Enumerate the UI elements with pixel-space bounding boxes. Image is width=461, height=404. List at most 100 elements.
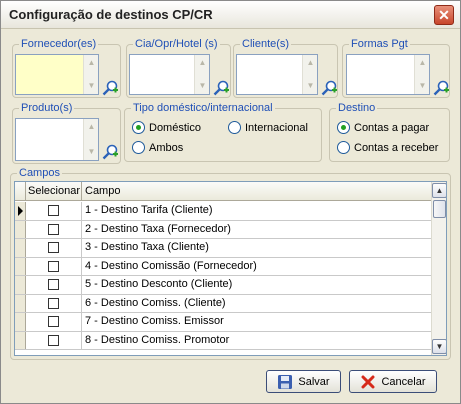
radio-contas-pagar-label: Contas a pagar bbox=[354, 121, 430, 134]
row-checkbox[interactable] bbox=[48, 334, 59, 346]
scroll-up-icon[interactable]: ▲ bbox=[85, 56, 98, 70]
campos-grid[interactable]: Selecionar Campo 1 - Destino Tarifa (Cli… bbox=[14, 181, 447, 356]
window-title: Configuração de destinos CP/CR bbox=[9, 7, 213, 22]
group-fornecedor-label: Fornecedor(es) bbox=[21, 38, 97, 50]
save-button[interactable]: Salvar bbox=[266, 370, 341, 393]
row-select-cell[interactable] bbox=[26, 202, 82, 220]
formas-scrollbar[interactable]: ▲ ▼ bbox=[414, 55, 429, 94]
radio-internacional-label: Internacional bbox=[245, 121, 308, 134]
lookup-icon[interactable] bbox=[101, 79, 119, 97]
produto-list[interactable]: ▲ ▼ bbox=[15, 118, 99, 161]
close-button[interactable]: ✕ bbox=[434, 5, 454, 25]
scroll-down-icon[interactable]: ▼ bbox=[196, 79, 209, 93]
row-campo: 8 - Destino Comiss. Promotor bbox=[85, 333, 230, 346]
row-campo: 3 - Destino Taxa (Cliente) bbox=[85, 241, 209, 253]
row-checkbox[interactable] bbox=[48, 205, 59, 216]
scroll-up-icon[interactable]: ▲ bbox=[432, 183, 446, 198]
save-button-label: Salvar bbox=[298, 375, 330, 388]
radio-contas-receber-label: Contas a receber bbox=[354, 141, 439, 154]
cia-scrollbar[interactable]: ▲ ▼ bbox=[194, 55, 209, 94]
cancel-button[interactable]: Cancelar bbox=[349, 370, 437, 393]
row-indicator bbox=[15, 257, 26, 275]
row-indicator bbox=[15, 313, 26, 331]
save-icon bbox=[278, 374, 293, 389]
scroll-down-icon[interactable]: ▼ bbox=[416, 79, 429, 93]
table-row[interactable]: 3 - Destino Taxa (Cliente) bbox=[15, 239, 432, 258]
group-cliente-label: Cliente(s) bbox=[242, 38, 290, 50]
row-campo: 5 - Destino Desconto (Cliente) bbox=[85, 278, 233, 290]
row-checkbox[interactable] bbox=[48, 223, 59, 235]
lookup-icon[interactable] bbox=[432, 79, 450, 97]
radio-contas-receber-circle[interactable] bbox=[337, 141, 350, 154]
row-select-cell[interactable] bbox=[26, 257, 82, 275]
table-row[interactable]: 6 - Destino Comiss. (Cliente) bbox=[15, 294, 432, 313]
scroll-up-icon[interactable]: ▲ bbox=[416, 56, 429, 70]
formas-list[interactable]: ▲ ▼ bbox=[346, 54, 430, 95]
row-checkbox[interactable] bbox=[48, 260, 59, 272]
row-campo: 7 - Destino Comiss. Emissor bbox=[85, 315, 224, 327]
group-campos-label: Campos bbox=[19, 167, 60, 179]
radio-ambos-circle[interactable] bbox=[132, 141, 145, 154]
grid-header-selecionar[interactable]: Selecionar bbox=[26, 182, 82, 200]
row-select-cell[interactable] bbox=[26, 313, 82, 331]
grid-header-indicator bbox=[15, 182, 26, 200]
table-row[interactable]: 5 - Destino Desconto (Cliente) bbox=[15, 276, 432, 295]
grid-scrollbar[interactable]: ▲ ▼ bbox=[431, 182, 446, 355]
row-checkbox[interactable] bbox=[48, 242, 59, 253]
title-bar: Configuração de destinos CP/CR ✕ bbox=[1, 1, 460, 29]
table-row[interactable]: 7 - Destino Comiss. Emissor bbox=[15, 313, 432, 332]
grid-header-campo[interactable]: Campo bbox=[82, 182, 432, 200]
radio-internacional-circle[interactable] bbox=[228, 121, 241, 134]
radio-ambos[interactable]: Ambos bbox=[132, 141, 183, 154]
row-select-cell[interactable] bbox=[26, 276, 82, 294]
radio-contas-receber[interactable]: Contas a receber bbox=[337, 141, 438, 154]
group-formas-label: Formas Pgt bbox=[351, 38, 408, 50]
scroll-down-icon[interactable]: ▼ bbox=[304, 79, 317, 93]
produto-scrollbar[interactable]: ▲ ▼ bbox=[83, 119, 98, 160]
radio-domestico[interactable]: Doméstico bbox=[132, 121, 201, 134]
lookup-icon[interactable] bbox=[320, 79, 338, 97]
scroll-down-icon[interactable]: ▼ bbox=[432, 339, 446, 354]
grid-header: Selecionar Campo bbox=[15, 182, 432, 201]
scroll-up-icon[interactable]: ▲ bbox=[85, 120, 98, 134]
row-checkbox[interactable] bbox=[48, 279, 59, 290]
row-indicator bbox=[15, 239, 26, 257]
lookup-icon[interactable] bbox=[212, 79, 230, 97]
row-indicator bbox=[15, 220, 26, 238]
row-select-cell[interactable] bbox=[26, 331, 82, 349]
current-row-arrow-icon bbox=[18, 206, 23, 216]
radio-domestico-label: Doméstico bbox=[149, 121, 201, 134]
table-row[interactable]: 8 - Destino Comiss. Promotor bbox=[15, 331, 432, 350]
scroll-thumb[interactable] bbox=[433, 200, 446, 218]
row-select-cell[interactable] bbox=[26, 294, 82, 312]
cia-list[interactable]: ▲ ▼ bbox=[129, 54, 210, 95]
row-checkbox[interactable] bbox=[48, 297, 59, 309]
group-cia-label: Cia/Opr/Hotel (s) bbox=[135, 38, 218, 50]
scroll-up-icon[interactable]: ▲ bbox=[304, 56, 317, 70]
radio-domestico-circle[interactable] bbox=[132, 121, 145, 134]
cancel-button-label: Cancelar bbox=[381, 375, 426, 388]
cliente-scrollbar[interactable]: ▲ ▼ bbox=[302, 55, 317, 94]
group-tipo-label: Tipo doméstico/internacional bbox=[133, 102, 273, 114]
cancel-icon bbox=[361, 375, 375, 388]
fornecedor-scrollbar[interactable]: ▲ ▼ bbox=[83, 55, 98, 94]
row-indicator bbox=[15, 202, 26, 220]
fornecedor-list[interactable]: ▲ ▼ bbox=[15, 54, 99, 95]
lookup-icon[interactable] bbox=[101, 143, 119, 161]
row-indicator bbox=[15, 331, 26, 349]
radio-contas-pagar-circle[interactable] bbox=[337, 121, 350, 134]
cliente-list[interactable]: ▲ ▼ bbox=[236, 54, 318, 95]
radio-contas-pagar[interactable]: Contas a pagar bbox=[337, 121, 429, 134]
table-row[interactable]: 4 - Destino Comissão (Fornecedor) bbox=[15, 257, 432, 276]
row-select-cell[interactable] bbox=[26, 239, 82, 257]
table-row[interactable]: 2 - Destino Taxa (Fornecedor) bbox=[15, 220, 432, 239]
group-produto-label: Produto(s) bbox=[21, 102, 73, 114]
radio-internacional[interactable]: Internacional bbox=[228, 121, 308, 134]
row-campo: 2 - Destino Taxa (Fornecedor) bbox=[85, 222, 231, 235]
row-select-cell[interactable] bbox=[26, 220, 82, 238]
row-checkbox[interactable] bbox=[48, 316, 59, 327]
scroll-down-icon[interactable]: ▼ bbox=[85, 79, 98, 93]
scroll-down-icon[interactable]: ▼ bbox=[85, 145, 98, 159]
scroll-up-icon[interactable]: ▲ bbox=[196, 56, 209, 70]
table-row[interactable]: 1 - Destino Tarifa (Cliente) bbox=[15, 202, 432, 221]
